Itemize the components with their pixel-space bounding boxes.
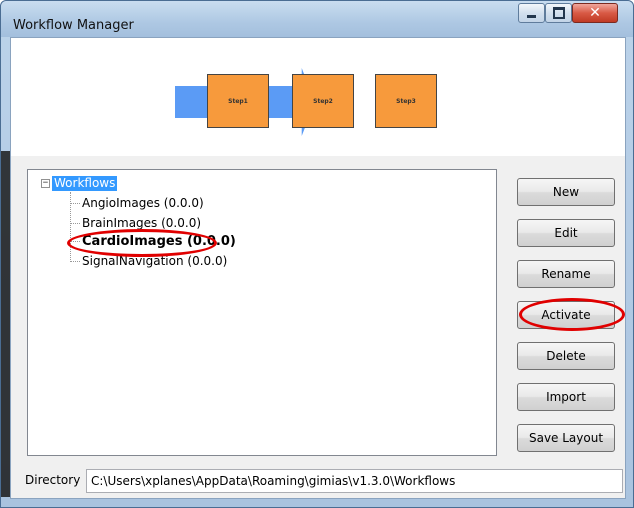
collapse-icon[interactable]: − [41,179,50,188]
minimize-icon [527,14,536,18]
client-area: Step1 Step2 Step3 − Workflows AngioImage… [10,37,626,499]
maximize-button[interactable] [545,3,572,23]
workflow-manager-window: Workflow Manager ✕ Step1 Step2 Step3 − W… [0,0,634,508]
tree-item-label: BrainImages (0.0.0) [82,216,202,230]
close-icon: ✕ [589,5,601,21]
tree-branch-line [70,240,80,242]
step-1-box[interactable]: Step1 [207,74,269,128]
delete-button[interactable]: Delete [517,342,615,370]
tree-item-label: CardioImages (0.0.0) [82,233,236,249]
tree-item-signalnavigation[interactable]: SignalNavigation (0.0.0) [70,253,227,269]
tree-item-label: SignalNavigation (0.0.0) [82,254,228,268]
import-button[interactable]: Import [517,383,615,411]
close-button[interactable]: ✕ [572,3,618,23]
tree-item-angioimages[interactable]: AngioImages (0.0.0) [70,195,204,211]
step-3-box[interactable]: Step3 [375,74,437,128]
save-layout-button[interactable]: Save Layout [517,424,615,452]
title-bar[interactable]: Workflow Manager ✕ [1,1,633,37]
tree-root-workflows[interactable]: Workflows [52,175,118,191]
tree-item-brainimages[interactable]: BrainImages (0.0.0) [70,215,201,231]
directory-label: Directory [25,473,81,487]
workflow-diagram: Step1 Step2 Step3 [11,38,625,156]
tree-branch-line [70,202,80,204]
workflow-tree[interactable]: − Workflows AngioImages (0.0.0) BrainIma… [27,169,497,456]
tree-item-cardioimages[interactable]: CardioImages (0.0.0) [70,233,236,249]
step-2-box[interactable]: Step2 [292,74,354,128]
tree-branch-line [70,222,80,224]
activate-button[interactable]: Activate [517,301,615,329]
background-shadow [1,151,10,497]
edit-button[interactable]: Edit [517,219,615,247]
tree-branch-line [70,260,80,262]
new-button[interactable]: New [517,178,615,206]
window-title: Workflow Manager [13,18,134,33]
tree-root-label: Workflows [52,175,118,191]
maximize-icon [552,7,565,19]
minimize-button[interactable] [518,3,545,23]
rename-button[interactable]: Rename [517,260,615,288]
tree-item-label: AngioImages (0.0.0) [82,196,204,210]
directory-field[interactable] [86,469,623,493]
